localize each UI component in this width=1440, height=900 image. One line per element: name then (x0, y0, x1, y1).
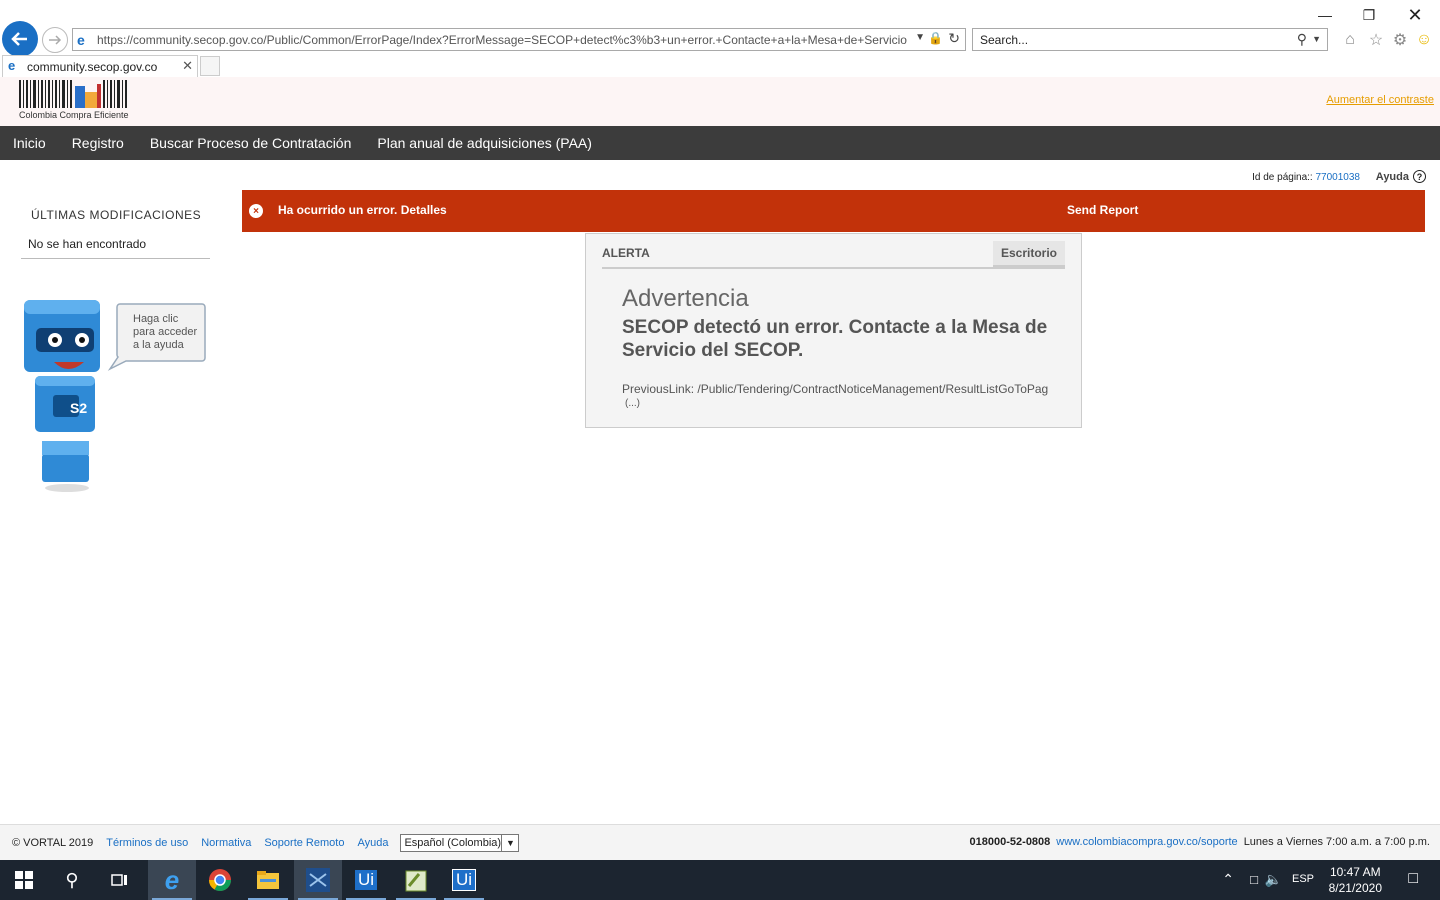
language-indicator[interactable]: ESP (1292, 873, 1314, 885)
notifications-icon[interactable]: □ (1408, 870, 1418, 888)
footer-contact: 018000-52-0808 www.colombiacompra.gov.co… (970, 836, 1430, 848)
tab-close-icon[interactable]: ✕ (182, 58, 193, 74)
task-view-icon[interactable] (96, 860, 144, 900)
footer-link-normativa[interactable]: Normativa (201, 837, 251, 849)
mascot-bubble-text[interactable]: Haga clic para acceder a la ayuda (133, 313, 203, 352)
tab-ie-icon: e (8, 58, 16, 73)
browser-tab[interactable]: e community.secop.gov.co ✕ (2, 55, 198, 77)
clock-date[interactable]: 8/21/2020 (1329, 880, 1382, 896)
tab-title[interactable]: community.secop.gov.co (27, 60, 157, 74)
language-select-value[interactable]: Español (Colombia) (404, 837, 501, 849)
forward-arrow-icon (49, 35, 62, 45)
close-window-icon[interactable]: ✕ (1400, 4, 1430, 26)
tab-escritorio[interactable]: Escritorio (992, 241, 1065, 267)
logo-text: Colombia Compra Eficiente (19, 110, 129, 120)
clock-time[interactable]: 10:47 AM (1329, 864, 1382, 880)
footer-link-soporte-remoto[interactable]: Soporte Remoto (264, 837, 344, 849)
footer-phone: 018000-52-0808 (969, 836, 1051, 848)
minimize-icon[interactable]: — (1310, 4, 1340, 26)
restore-icon[interactable]: ❐ (1354, 4, 1384, 26)
browser-search-input[interactable]: Search... ⚲ ▼ (972, 28, 1328, 51)
nav-item-buscar-proceso[interactable]: Buscar Proceso de Contratación (150, 135, 352, 151)
page-id-value[interactable]: 77001038 (1316, 172, 1361, 183)
help-button[interactable]: Ayuda ? (1376, 170, 1426, 183)
chrome-taskbar-icon[interactable] (196, 860, 244, 900)
favorites-star-icon[interactable]: ☆ (1366, 30, 1386, 50)
language-select[interactable]: Español (Colombia) ▼ (400, 833, 520, 852)
help-label[interactable]: Ayuda (1376, 171, 1409, 183)
error-banner: × Ha ocurrido un error. Detalles Send Re… (242, 190, 1425, 232)
increase-contrast-link[interactable]: Aumentar el contraste (1326, 94, 1434, 106)
nav-item-inicio[interactable]: Inicio (13, 135, 46, 151)
site-footer: © VORTAL 2019 Términos de uso Normativa … (0, 824, 1440, 860)
address-text[interactable]: https://community.secop.gov.co/Public/Co… (97, 33, 912, 47)
feedback-smiley-icon[interactable]: ☺ (1414, 30, 1434, 50)
windows-taskbar: ⚲ e Ui Ui ⌃ □ 🔈 ESP 10:47 AM 8/21/2020 □ (0, 860, 1440, 900)
alert-panel: ALERTA Escritorio Advertencia SECOP dete… (585, 233, 1082, 428)
sidebar-empty-message: No se han encontrado (28, 237, 147, 251)
send-report-button[interactable]: Send Report (1067, 203, 1138, 217)
uipath-studio-taskbar-icon[interactable]: Ui (440, 860, 488, 900)
tray-chevron-up-icon[interactable]: ⌃ (1222, 871, 1234, 888)
refresh-icon[interactable]: ↻ (948, 30, 960, 47)
settings-gear-icon[interactable]: ⚙ (1390, 30, 1410, 50)
search-placeholder[interactable]: Search... (980, 33, 1028, 47)
start-windows-icon[interactable] (0, 860, 48, 900)
alert-message: SECOP detectó un error. Contacte a la Me… (622, 317, 1048, 361)
site-header: Colombia Compra Eficiente Aumentar el co… (0, 77, 1440, 126)
uipath-taskbar-icon[interactable]: Ui (342, 860, 390, 900)
footer-copyright: © VORTAL 2019 (12, 836, 94, 849)
error-details-link[interactable]: Ha ocurrido un error. Detalles (278, 203, 447, 217)
address-bar[interactable]: e https://community.secop.gov.co/Public/… (72, 28, 966, 51)
volume-muted-icon[interactable]: 🔈 (1265, 871, 1282, 888)
alert-header: ALERTA (602, 246, 650, 260)
chevron-down-icon[interactable]: ▼ (501, 834, 518, 851)
search-dropdown-icon[interactable]: ▼ (1312, 34, 1321, 44)
footer-support-link[interactable]: www.colombiacompra.gov.co/soporte (1056, 836, 1237, 848)
alert-warning-title: Advertencia (622, 285, 749, 312)
taskbar-search-icon[interactable]: ⚲ (48, 860, 96, 900)
error-close-icon[interactable]: × (249, 204, 263, 218)
help-question-icon[interactable]: ? (1413, 170, 1426, 183)
ie-taskbar-icon[interactable]: e (148, 860, 196, 900)
logo[interactable]: Colombia Compra Eficiente (19, 80, 131, 122)
notepad-taskbar-icon[interactable] (392, 860, 440, 900)
page-id: Id de página:: 77001038 (1252, 172, 1360, 183)
help-mascot[interactable]: S2 Haga clic para acceder a la ayuda (22, 298, 212, 498)
alert-previous-link: PreviousLink: /Public/Tendering/Contract… (622, 382, 1049, 396)
ie-page-icon: e (77, 32, 85, 48)
sidebar-divider (21, 258, 210, 259)
alert-divider (602, 267, 1065, 269)
network-icon[interactable]: □ (1250, 872, 1258, 887)
nav-item-registro[interactable]: Registro (72, 135, 124, 151)
footer-link-terminos[interactable]: Términos de uso (106, 837, 188, 849)
main-nav: Inicio Registro Buscar Proceso de Contra… (0, 126, 1440, 160)
page-id-label: Id de página:: (1252, 172, 1313, 183)
sidebar-title: ÚLTIMAS MODIFICACIONES (31, 208, 202, 222)
back-arrow-icon (11, 32, 27, 46)
forward-button[interactable] (42, 27, 68, 53)
lock-icon[interactable]: 🔒 (928, 31, 943, 45)
footer-link-ayuda[interactable]: Ayuda (357, 837, 388, 849)
nav-item-plan-anual[interactable]: Plan anual de adquisiciones (PAA) (377, 135, 592, 151)
new-tab-button[interactable] (200, 56, 220, 76)
dropdown-icon[interactable]: ▼ (915, 32, 925, 43)
footer-hours: Lunes a Viernes 7:00 a.m. a 7:00 p.m. (1243, 836, 1430, 848)
system-clock[interactable]: 10:47 AM 8/21/2020 (1329, 864, 1382, 896)
search-icon[interactable]: ⚲ (1297, 31, 1307, 48)
alert-more-link[interactable]: (...) (625, 398, 640, 409)
home-icon[interactable]: ⌂ (1340, 30, 1360, 50)
file-explorer-taskbar-icon[interactable] (244, 860, 292, 900)
mascot-badge: S2 (70, 400, 88, 416)
back-button[interactable] (2, 21, 38, 57)
browser-chrome: — ❐ ✕ e https://community.secop.gov.co/P… (0, 0, 1440, 77)
vpn-app-taskbar-icon[interactable] (294, 860, 342, 900)
barcode-logo-icon (19, 80, 127, 108)
